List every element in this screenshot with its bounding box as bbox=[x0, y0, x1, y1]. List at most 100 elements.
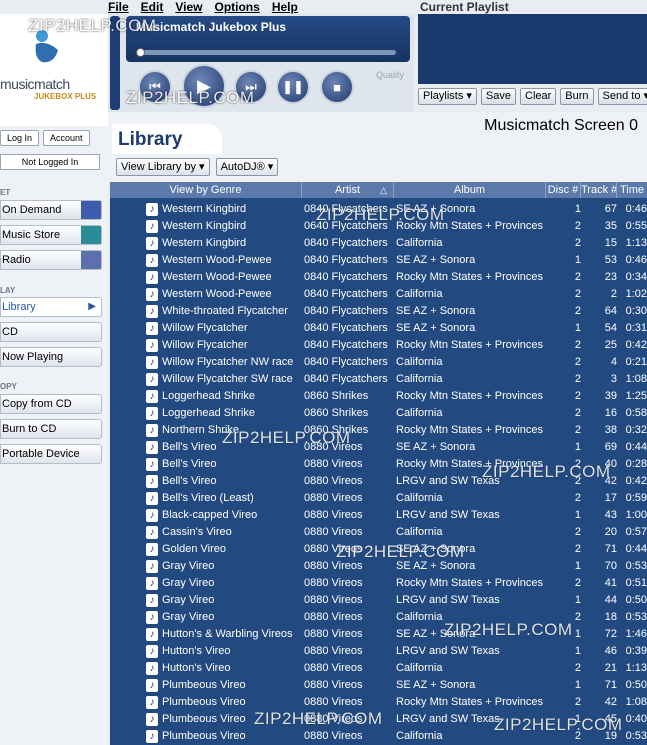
menu-help[interactable]: Help bbox=[272, 0, 298, 14]
autodj-dropdown[interactable]: AutoDJ® ▾ bbox=[215, 158, 279, 176]
table-row[interactable]: ♪ Western Kingbird 0840 Flycatchers SE AZ +… bbox=[110, 201, 647, 218]
table-row[interactable]: ♪ Western Wood-Pewee 0840 Flycatchers Rocky… bbox=[110, 269, 647, 286]
table-row[interactable]: ♪ White-throated Flycatcher 0840 Flycatche… bbox=[110, 303, 647, 320]
sidebar-item-on-demand[interactable]: On Demand bbox=[0, 200, 102, 220]
stop-button[interactable]: ■ bbox=[320, 70, 354, 104]
track-album: SE AZ + Sonora bbox=[396, 560, 476, 572]
table-row[interactable]: ♪ Willow Flycatcher 0840 Flycatchers Rocky … bbox=[110, 337, 647, 354]
track-artist: 0880 Vireos bbox=[304, 475, 363, 487]
sidebar-item-portable-device[interactable]: Portable Device bbox=[0, 444, 102, 464]
column-header-album[interactable]: Album bbox=[394, 182, 546, 198]
view-library-by-dropdown[interactable]: View Library by ▾ bbox=[116, 158, 210, 176]
login-button[interactable]: Log In bbox=[0, 130, 40, 146]
playlist-area[interactable] bbox=[418, 14, 647, 84]
track-number: 41 bbox=[604, 577, 617, 589]
track-icon-cell: ♪ bbox=[110, 728, 162, 745]
next-button[interactable]: ⏭ bbox=[234, 70, 268, 104]
table-row[interactable]: ♪ Bell's Vireo 0880 Vireos Rocky Mtn States… bbox=[110, 456, 647, 473]
menu-view[interactable]: View bbox=[175, 0, 202, 14]
playlists-button[interactable]: Playlists ▾ bbox=[418, 88, 477, 105]
player-panel: Musicmatch Jukebox Plus ⏮ ▶ ⏭ ❚❚ ■ bbox=[108, 14, 414, 112]
sidebar-item-now-playing[interactable]: Now Playing bbox=[0, 347, 102, 367]
sidebar-item-cd[interactable]: CD bbox=[0, 322, 102, 342]
music-note-icon: ♪ bbox=[146, 475, 158, 488]
previous-button[interactable]: ⏮ bbox=[138, 70, 172, 104]
track-disc: 1 bbox=[574, 713, 581, 725]
table-row[interactable]: ♪ Hutton's Vireo 0880 Vireos LRGV and SW Te… bbox=[110, 643, 647, 660]
table-row[interactable]: ♪ Bell's Vireo 0880 Vireos SE AZ + Sonora 1 6… bbox=[110, 439, 647, 456]
table-row[interactable]: ♪ Western Wood-Pewee 0840 Flycatchers SE AZ… bbox=[110, 252, 647, 269]
table-row[interactable]: ♪ Gray Vireo 0880 Vireos SE AZ + Sonora 1 70 0… bbox=[110, 558, 647, 575]
column-header-artist[interactable]: Artist △ bbox=[302, 182, 394, 198]
progress-knob[interactable] bbox=[136, 48, 145, 57]
table-row[interactable]: ♪ Western Wood-Pewee 0840 Flycatchers Calif… bbox=[110, 286, 647, 303]
table-row[interactable]: ♪ Cassin's Vireo 0880 Vireos California 2 20 0… bbox=[110, 524, 647, 541]
track-icon-cell: ♪ bbox=[110, 303, 162, 320]
table-row[interactable]: ♪ Plumbeous Vireo 0880 Vireos California 2 19… bbox=[110, 728, 647, 745]
sidebar-item-music-store[interactable]: Music Store bbox=[0, 225, 102, 245]
table-row[interactable]: ♪ Plumbeous Vireo 0880 Vireos SE AZ + Sonor… bbox=[110, 677, 647, 694]
track-icon-cell: ♪ bbox=[110, 320, 162, 337]
table-row[interactable]: ♪ Hutton's & Warbling Vireos 0880 Vireos SE… bbox=[110, 626, 647, 643]
sidebar-item-radio[interactable]: Radio bbox=[0, 250, 102, 270]
table-row[interactable]: ♪ Bell's Vireo (Least) 0880 Vireos Californ… bbox=[110, 490, 647, 507]
save-button[interactable]: Save bbox=[480, 88, 516, 105]
table-row[interactable]: ♪ Loggerhead Shrike 0860 Shrikes Rocky Mtn … bbox=[110, 388, 647, 405]
track-name: Willow Flycatcher bbox=[162, 322, 248, 334]
table-row[interactable]: ♪ Willow Flycatcher NW race 0840 Flycatche… bbox=[110, 354, 647, 371]
track-name: Western Wood-Pewee bbox=[162, 288, 272, 300]
burn-button[interactable]: Burn bbox=[560, 88, 594, 105]
track-album: LRGV and SW Texas bbox=[396, 713, 500, 725]
track-album: California bbox=[396, 492, 443, 504]
table-row[interactable]: ♪ Plumbeous Vireo 0880 Vireos LRGV and SW T… bbox=[110, 711, 647, 728]
send-to-button[interactable]: Send to ▾ bbox=[597, 88, 647, 105]
clear-button[interactable]: Clear bbox=[520, 88, 557, 105]
column-header-disc[interactable]: Disc # bbox=[546, 182, 581, 198]
table-row[interactable]: ♪ Black-capped Vireo 0880 Vireos LRGV and S… bbox=[110, 507, 647, 524]
menu-options[interactable]: Options bbox=[214, 0, 259, 14]
table-row[interactable]: ♪ Gray Vireo 0880 Vireos LRGV and SW Texas 1… bbox=[110, 592, 647, 609]
table-row[interactable]: ♪ Willow Flycatcher SW race 0840 Flycatche… bbox=[110, 371, 647, 388]
menu-edit[interactable]: Edit bbox=[141, 0, 164, 14]
music-note-icon: ♪ bbox=[146, 679, 158, 692]
column-header-time[interactable]: Time bbox=[617, 182, 647, 198]
column-header-genre[interactable]: View by Genre bbox=[110, 182, 302, 198]
track-album: SE AZ + Sonora bbox=[396, 305, 476, 317]
volume-slider[interactable] bbox=[110, 16, 120, 110]
track-time: 0:31 bbox=[625, 322, 647, 334]
track-time: 0:46 bbox=[625, 254, 647, 266]
menu-file[interactable]: File bbox=[108, 0, 129, 14]
table-row[interactable]: ♪ Western Kingbird 0640 Flycatchers Rocky M… bbox=[110, 218, 647, 235]
sidebar-item-copy-from-cd[interactable]: Copy from CD bbox=[0, 394, 102, 414]
music-note-icon: ♪ bbox=[146, 288, 158, 301]
track-number: 35 bbox=[604, 220, 617, 232]
table-row[interactable]: ♪ Bell's Vireo 0880 Vireos LRGV and SW Texa… bbox=[110, 473, 647, 490]
table-row[interactable]: ♪ Western Kingbird 0840 Flycatchers Califor… bbox=[110, 235, 647, 252]
track-artist: 0840 Flycatchers bbox=[304, 254, 388, 266]
track-album: California bbox=[396, 407, 443, 419]
table-row[interactable]: ♪ Willow Flycatcher 0840 Flycatchers SE AZ … bbox=[110, 320, 647, 337]
sidebar-item-burn-to-cd[interactable]: Burn to CD bbox=[0, 419, 102, 439]
music-note-icon: ♪ bbox=[146, 339, 158, 352]
table-row[interactable]: ♪ Northern Shrike 0860 Shrikes Rocky Mtn St… bbox=[110, 422, 647, 439]
pause-button[interactable]: ❚❚ bbox=[276, 70, 310, 104]
track-time: 0:51 bbox=[625, 577, 647, 589]
track-disc: 2 bbox=[574, 424, 581, 436]
table-row[interactable]: ♪ Gray Vireo 0880 Vireos Rocky Mtn States +… bbox=[110, 575, 647, 592]
track-artist: 0860 Shrikes bbox=[304, 424, 369, 436]
sidebar-item-library[interactable]: Library ▶ bbox=[0, 297, 102, 317]
table-row[interactable]: ♪ Loggerhead Shrike 0860 Shrikes California… bbox=[110, 405, 647, 422]
track-number: 42 bbox=[604, 475, 617, 487]
track-disc: 2 bbox=[574, 271, 581, 283]
track-icon-cell: ♪ bbox=[110, 507, 162, 524]
table-row[interactable]: ♪ Golden Vireo 0880 Vireos SE AZ + Sonora 2 7… bbox=[110, 541, 647, 558]
table-row[interactable]: ♪ Plumbeous Vireo 0880 Vireos Rocky Mtn Sta… bbox=[110, 694, 647, 711]
track-icon-cell: ♪ bbox=[110, 337, 162, 354]
table-row[interactable]: ♪ Hutton's Vireo 0880 Vireos California 2 21 1… bbox=[110, 660, 647, 677]
progress-bar[interactable] bbox=[138, 50, 396, 55]
track-icon-cell: ♪ bbox=[110, 575, 162, 592]
account-button[interactable]: Account bbox=[43, 130, 90, 146]
column-header-track[interactable]: Track # bbox=[581, 182, 617, 198]
play-button[interactable]: ▶ bbox=[182, 64, 226, 108]
table-row[interactable]: ♪ Gray Vireo 0880 Vireos California 2 18 0:53 bbox=[110, 609, 647, 626]
